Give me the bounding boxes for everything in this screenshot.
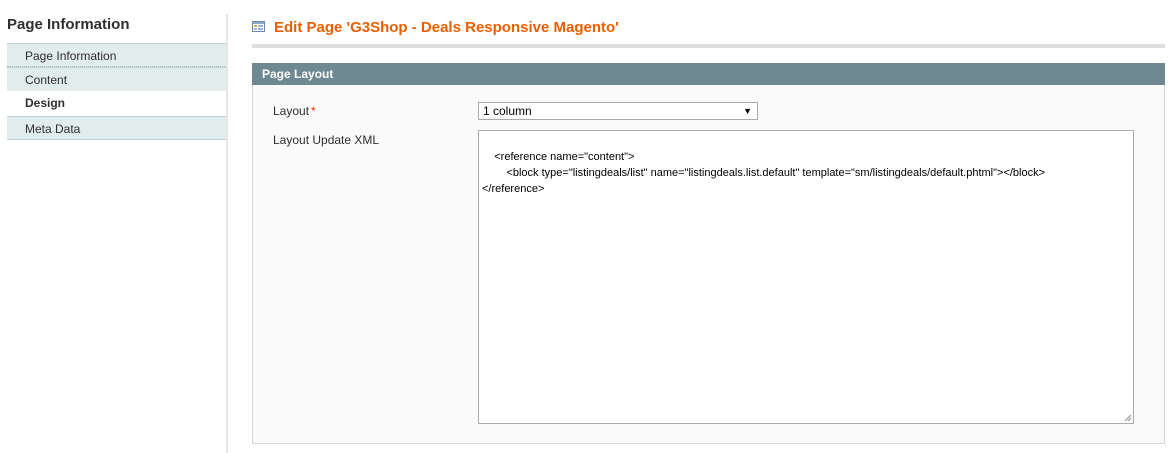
layout-label: Layout * <box>273 104 316 118</box>
chevron-down-icon: ▼ <box>743 106 752 116</box>
tab-content[interactable]: Content <box>7 67 227 91</box>
cms-page-edit: Page Information Page Information Conten… <box>0 0 1170 453</box>
page-grid-icon <box>252 21 265 32</box>
layout-select-value: 1 column <box>483 104 532 118</box>
page-title: Edit Page 'G3Shop - Deals Responsive Mag… <box>274 19 619 36</box>
layout-xml-value: <reference name="content"> <block type="… <box>482 151 1046 195</box>
sidebar-divider <box>226 14 228 453</box>
layout-xml-textarea[interactable]: <reference name="content"> <block type="… <box>478 130 1134 424</box>
required-mark: * <box>311 104 316 118</box>
tab-page-information[interactable]: Page Information <box>7 43 227 67</box>
sidebar-title: Page Information <box>7 16 130 33</box>
layout-select[interactable]: 1 column ▼ <box>478 102 758 120</box>
fieldset-header: Page Layout <box>252 63 1165 85</box>
sidebar: Page Information Page Information Conten… <box>0 0 227 453</box>
page-header: Edit Page 'G3Shop - Deals Responsive Mag… <box>252 14 1165 48</box>
tab-meta-data[interactable]: Meta Data <box>7 116 227 140</box>
sidebar-tabs: Page Information Content Design Meta Dat… <box>7 43 227 140</box>
tab-design[interactable]: Design <box>7 91 227 116</box>
resize-grip-icon[interactable] <box>1123 413 1132 422</box>
layout-label-text: Layout <box>273 104 310 118</box>
layout-xml-label: Layout Update XML <box>273 133 380 147</box>
